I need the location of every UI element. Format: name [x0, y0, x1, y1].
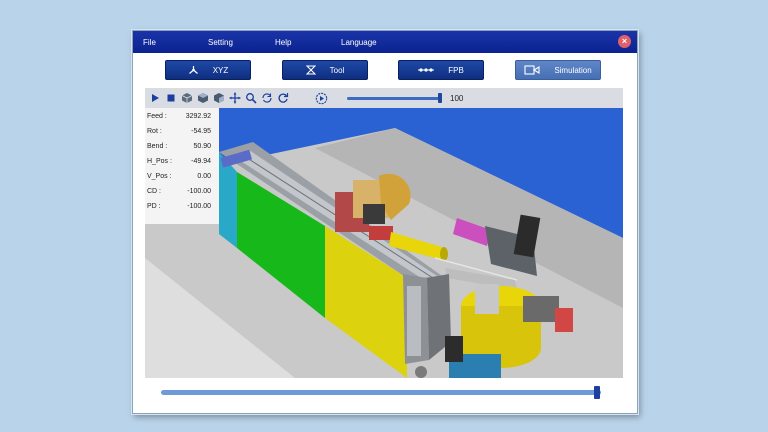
readout-label: PD :	[147, 203, 161, 210]
simulation-mode-button[interactable]: Simulation	[515, 60, 601, 80]
app-window: File Setting Help Language × XYZ Tool FP…	[132, 30, 638, 414]
speed-value: 100	[450, 94, 464, 103]
readout-value: -100.00	[187, 188, 211, 195]
readout-value: -100.00	[187, 203, 211, 210]
readout-label: Bend :	[147, 143, 168, 150]
fpb-mode-label: FPB	[448, 65, 464, 75]
fpb-mode-button[interactable]: FPB	[398, 60, 484, 80]
readout-row-feed: Feed : 3292.92	[147, 113, 211, 125]
readout-label: CD :	[147, 188, 161, 195]
readout-value: -49.94	[191, 158, 211, 165]
timeline-slider-track[interactable]	[161, 390, 601, 395]
readout-row-cd: CD : -100.00	[147, 188, 211, 200]
readout-value: -54.95	[191, 128, 211, 135]
menu-setting[interactable]: Setting	[208, 38, 233, 47]
readout-row-pd: PD : -100.00	[147, 203, 211, 215]
menu-file[interactable]: File	[143, 38, 156, 47]
view-toolbar: 100	[145, 88, 623, 108]
reset-view-icon[interactable]	[276, 91, 290, 105]
speed-slider-handle[interactable]	[438, 93, 442, 103]
readout-row-h-pos: H_Pos : -49.94	[147, 158, 211, 170]
cube-top-view-icon[interactable]	[196, 91, 210, 105]
simulation-icon	[524, 65, 540, 75]
tool-mode-label: Tool	[329, 65, 345, 75]
axis-readout-panel: Feed : 3292.92 Rot : -54.95 Bend : 50.90…	[145, 108, 219, 224]
readout-label: Feed :	[147, 113, 167, 120]
close-button[interactable]: ×	[618, 35, 631, 48]
readout-row-bend: Bend : 50.90	[147, 143, 211, 155]
readout-label: V_Pos :	[147, 173, 172, 180]
menu-language[interactable]: Language	[341, 38, 377, 47]
move-icon[interactable]	[228, 91, 242, 105]
xyz-mode-button[interactable]: XYZ	[165, 60, 251, 80]
readout-value: 0.00	[197, 173, 211, 180]
axes-icon	[188, 66, 198, 74]
menu-help[interactable]: Help	[275, 38, 291, 47]
readout-value: 3292.92	[185, 113, 211, 120]
readout-row-rot: Rot : -54.95	[147, 128, 211, 140]
timeline-slider-handle[interactable]	[594, 386, 600, 399]
cube-side-view-icon[interactable]	[212, 91, 226, 105]
play-icon[interactable]	[148, 91, 162, 105]
simulation-mode-label: Simulation	[554, 65, 592, 75]
xyz-mode-label: XYZ	[212, 65, 229, 75]
fpb-path-icon	[418, 68, 435, 72]
3d-viewport[interactable]: Feed : 3292.92 Rot : -54.95 Bend : 50.90…	[145, 108, 623, 378]
zoom-icon[interactable]	[244, 91, 258, 105]
stop-icon[interactable]	[164, 91, 178, 105]
readout-label: H_Pos :	[147, 158, 172, 165]
cube-front-view-icon[interactable]	[180, 91, 194, 105]
tool-mode-button[interactable]: Tool	[282, 60, 368, 80]
readout-label: Rot :	[147, 128, 162, 135]
rotate-view-icon[interactable]	[260, 91, 274, 105]
tool-icon	[305, 65, 316, 75]
readout-value: 50.90	[193, 143, 211, 150]
close-icon: ×	[621, 36, 628, 46]
menu-bar: File Setting Help Language ×	[133, 31, 637, 53]
playback-speed-icon[interactable]	[314, 91, 328, 105]
speed-slider-track[interactable]	[347, 97, 441, 100]
readout-row-v-pos: V_Pos : 0.00	[147, 173, 211, 185]
